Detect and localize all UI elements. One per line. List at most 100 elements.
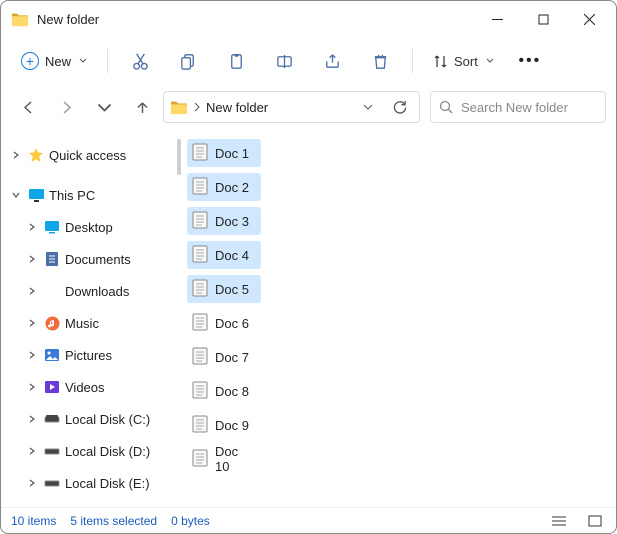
copy-button[interactable] [166, 44, 210, 78]
sidebar-label: Music [65, 316, 99, 331]
item-icon [43, 346, 61, 364]
expand-icon[interactable] [25, 444, 39, 458]
sidebar: Quick access This PC Desktop DocumentsDow… [1, 129, 177, 507]
item-icon [43, 442, 61, 460]
sidebar-label: Local Disk (C:) [65, 412, 150, 427]
separator [412, 49, 413, 73]
star-icon [27, 146, 45, 164]
expand-icon[interactable] [9, 148, 23, 162]
titlebar: New folder [1, 1, 616, 37]
file-list[interactable]: Doc 1 Doc 2 Doc 3 Doc 4 Doc 5 Doc 6 Doc 7 Doc 8… [181, 129, 616, 507]
sidebar-label: Quick access [49, 148, 126, 163]
sidebar-item[interactable]: Music [3, 307, 175, 339]
sidebar-item[interactable]: Local Disk (E:) [3, 467, 175, 499]
file-name: Doc 10 [215, 444, 256, 474]
sidebar-item-this-pc[interactable]: This PC [3, 179, 175, 211]
expand-icon[interactable] [25, 348, 39, 362]
details-view-button[interactable] [548, 511, 570, 531]
file-name: Doc 5 [215, 282, 249, 297]
item-icon [43, 282, 61, 300]
search-box[interactable]: Search New folder [430, 91, 606, 123]
file-name: Doc 6 [215, 316, 249, 331]
document-icon [192, 347, 208, 368]
rename-button[interactable] [262, 44, 306, 78]
paste-button[interactable] [214, 44, 258, 78]
file-item[interactable]: Doc 6 [187, 309, 261, 337]
item-icon [43, 218, 61, 236]
expand-icon[interactable] [25, 476, 39, 490]
main-area: Quick access This PC Desktop DocumentsDow… [1, 129, 616, 507]
sidebar-item[interactable]: Pictures [3, 339, 175, 371]
file-item[interactable]: Doc 1 [187, 139, 261, 167]
new-button[interactable]: + New [11, 44, 97, 78]
expand-icon[interactable] [25, 252, 39, 266]
close-button[interactable] [566, 4, 612, 34]
back-button[interactable] [11, 91, 45, 123]
document-icon [192, 415, 208, 436]
address-bar[interactable]: New folder [163, 91, 420, 123]
forward-button[interactable] [49, 91, 83, 123]
up-button[interactable] [125, 91, 159, 123]
file-item[interactable]: Doc 2 [187, 173, 261, 201]
file-name: Doc 2 [215, 180, 249, 195]
sidebar-label: Local Disk (D:) [65, 444, 150, 459]
sidebar-item-quick-access[interactable]: Quick access [3, 139, 175, 171]
file-item[interactable]: Doc 8 [187, 377, 261, 405]
sidebar-label: This PC [49, 188, 95, 203]
address-dropdown[interactable] [355, 93, 381, 121]
item-icon [43, 474, 61, 492]
nav-row: New folder Search New folder [1, 85, 616, 129]
file-item[interactable]: Doc 9 [187, 411, 261, 439]
refresh-button[interactable] [387, 93, 413, 121]
sidebar-item[interactable]: Desktop [3, 211, 175, 243]
document-icon [192, 279, 208, 300]
expand-icon[interactable] [25, 220, 39, 234]
document-icon [192, 211, 208, 232]
file-item[interactable]: Doc 7 [187, 343, 261, 371]
document-icon [192, 177, 208, 198]
sort-icon [433, 54, 448, 69]
file-item[interactable]: Doc 4 [187, 241, 261, 269]
sidebar-item[interactable]: Documents [3, 243, 175, 275]
document-icon [192, 449, 208, 470]
recent-button[interactable] [87, 91, 121, 123]
share-button[interactable] [310, 44, 354, 78]
expand-icon[interactable] [25, 412, 39, 426]
maximize-button[interactable] [520, 4, 566, 34]
expand-icon[interactable] [25, 284, 39, 298]
new-label: New [45, 54, 71, 69]
splitter[interactable] [177, 129, 181, 507]
expand-icon[interactable] [25, 316, 39, 330]
document-icon [192, 245, 208, 266]
minimize-button[interactable] [474, 4, 520, 34]
sort-button[interactable]: Sort [423, 44, 504, 78]
file-name: Doc 9 [215, 418, 249, 433]
collapse-icon[interactable] [9, 188, 23, 202]
delete-button[interactable] [358, 44, 402, 78]
expand-icon[interactable] [25, 380, 39, 394]
chevron-down-icon [486, 57, 494, 65]
folder-icon [11, 10, 29, 28]
item-count: 10 items [11, 514, 56, 528]
cut-button[interactable] [118, 44, 162, 78]
sidebar-item[interactable]: Local Disk (C:) [3, 403, 175, 435]
sidebar-item[interactable]: Videos [3, 371, 175, 403]
separator [107, 49, 108, 73]
sidebar-item[interactable]: Downloads [3, 275, 175, 307]
chevron-right-icon [194, 102, 200, 112]
file-name: Doc 8 [215, 384, 249, 399]
sidebar-item[interactable]: Local Disk (D:) [3, 435, 175, 467]
sidebar-label: Desktop [65, 220, 113, 235]
file-item[interactable]: Doc 3 [187, 207, 261, 235]
file-name: Doc 3 [215, 214, 249, 229]
document-icon [192, 381, 208, 402]
window-title: New folder [37, 12, 99, 27]
item-icon [43, 250, 61, 268]
sort-label: Sort [454, 54, 478, 69]
icons-view-button[interactable] [584, 511, 606, 531]
file-item[interactable]: Doc 10 [187, 445, 261, 473]
document-icon [192, 143, 208, 164]
more-button[interactable]: ••• [508, 44, 552, 78]
search-placeholder: Search New folder [461, 100, 568, 115]
file-item[interactable]: Doc 5 [187, 275, 261, 303]
